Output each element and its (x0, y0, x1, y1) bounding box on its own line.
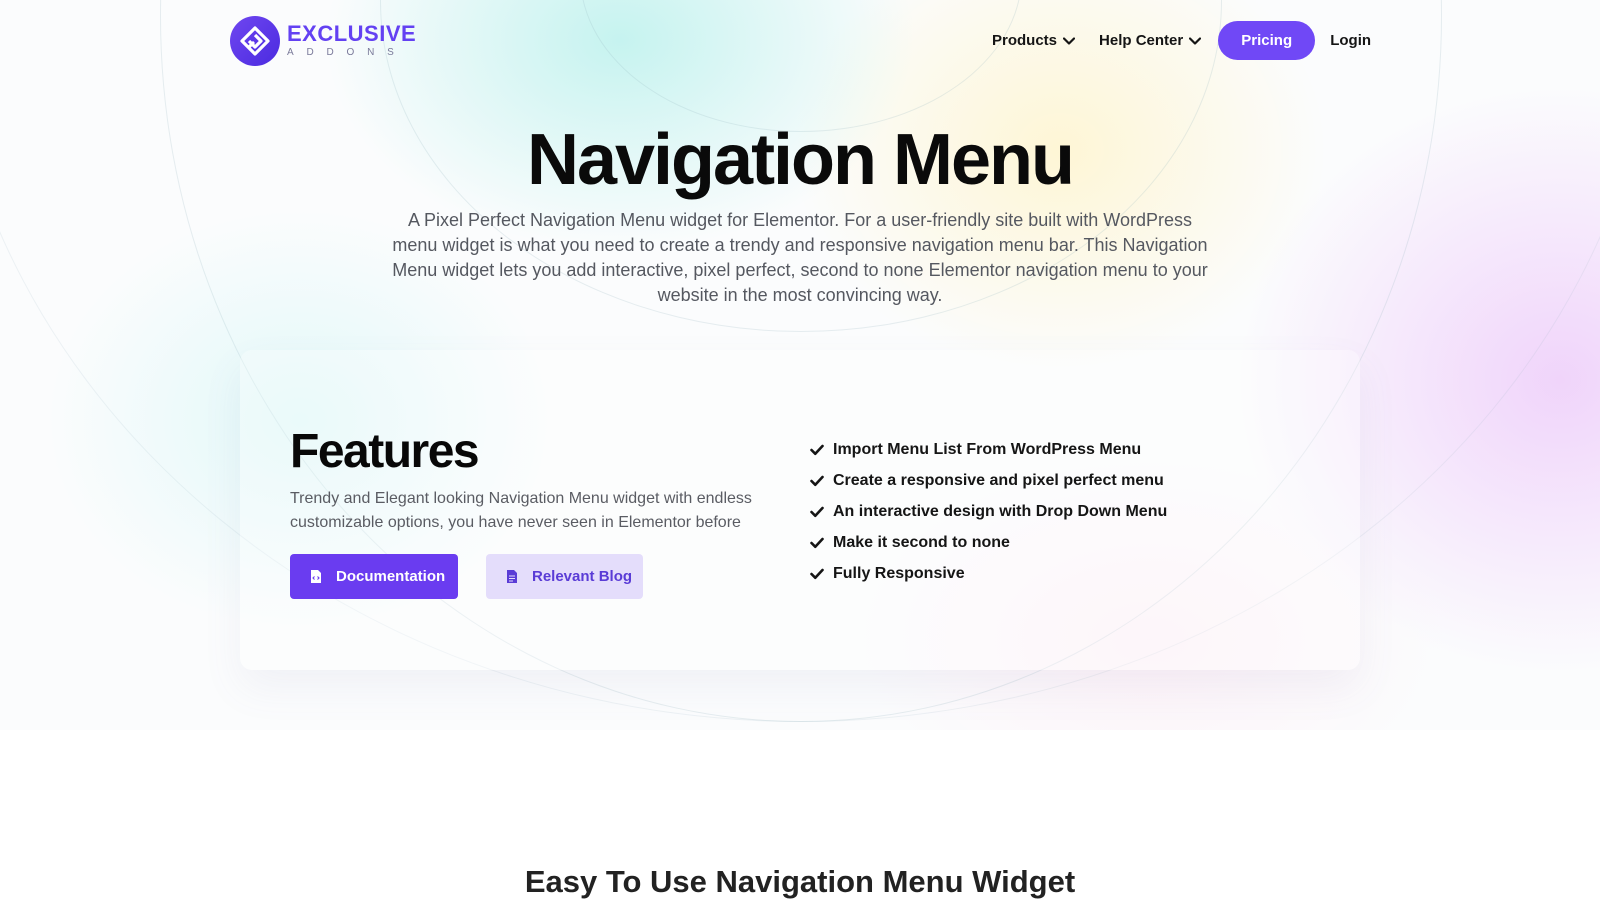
check-icon (810, 444, 824, 456)
list-item-text: Import Menu List From WordPress Menu (833, 440, 1142, 458)
nav-products-label: Products (992, 32, 1058, 49)
list-item: Import Menu List From WordPress Menu (810, 434, 1167, 465)
login-link[interactable]: Login (1330, 32, 1371, 49)
chevron-down-icon (1189, 32, 1202, 49)
logo-subtitle: ADDONS (287, 47, 407, 58)
relevant-blog-label: Relevant Blog (532, 568, 633, 585)
chevron-down-icon (1062, 32, 1076, 49)
documentation-button[interactable]: Documentation (290, 554, 458, 599)
main-nav: Products Help Center Pricing Login (992, 21, 1371, 60)
logo-title: EXCLUSIVE (287, 21, 417, 46)
hero-description: A Pixel Perfect Navigation Menu widget f… (392, 210, 1208, 305)
nav-help-center-label: Help Center (1099, 32, 1184, 49)
section-title: Easy To Use Navigation Menu Widget (524, 864, 1076, 899)
list-item-text: Create a responsive and pixel perfect me… (833, 471, 1164, 489)
page-title: Navigation Menu (526, 120, 1075, 200)
list-item-text: An interactive design with Drop Down Men… (833, 502, 1168, 520)
pricing-button[interactable]: Pricing (1218, 21, 1316, 60)
check-icon (810, 537, 824, 549)
list-item-text: Make it second to none (833, 533, 1010, 551)
documentation-label: Documentation (336, 568, 446, 585)
code-file-icon (310, 569, 322, 584)
nav-products[interactable]: Products (992, 32, 1076, 49)
list-item: An interactive design with Drop Down Men… (810, 496, 1167, 527)
check-icon (810, 506, 824, 518)
check-icon (810, 568, 824, 580)
exclusive-addons-logo-icon (230, 16, 280, 66)
document-icon (506, 569, 518, 584)
relevant-blog-button[interactable]: Relevant Blog (486, 554, 643, 599)
features-description: Trendy and Elegant looking Navigation Me… (290, 490, 752, 531)
features-title: Features (290, 425, 480, 478)
list-item: Make it second to none (810, 527, 1167, 558)
list-item: Create a responsive and pixel perfect me… (810, 465, 1167, 496)
list-item-text: Fully Responsive (833, 564, 965, 582)
site-logo[interactable]: EXCLUSIVE ADDONS (230, 16, 416, 66)
features-list: Import Menu List From WordPress Menu Cre… (810, 434, 1167, 589)
nav-help-center[interactable]: Help Center (1099, 32, 1202, 49)
list-item: Fully Responsive (810, 558, 1167, 589)
check-icon (810, 475, 824, 487)
